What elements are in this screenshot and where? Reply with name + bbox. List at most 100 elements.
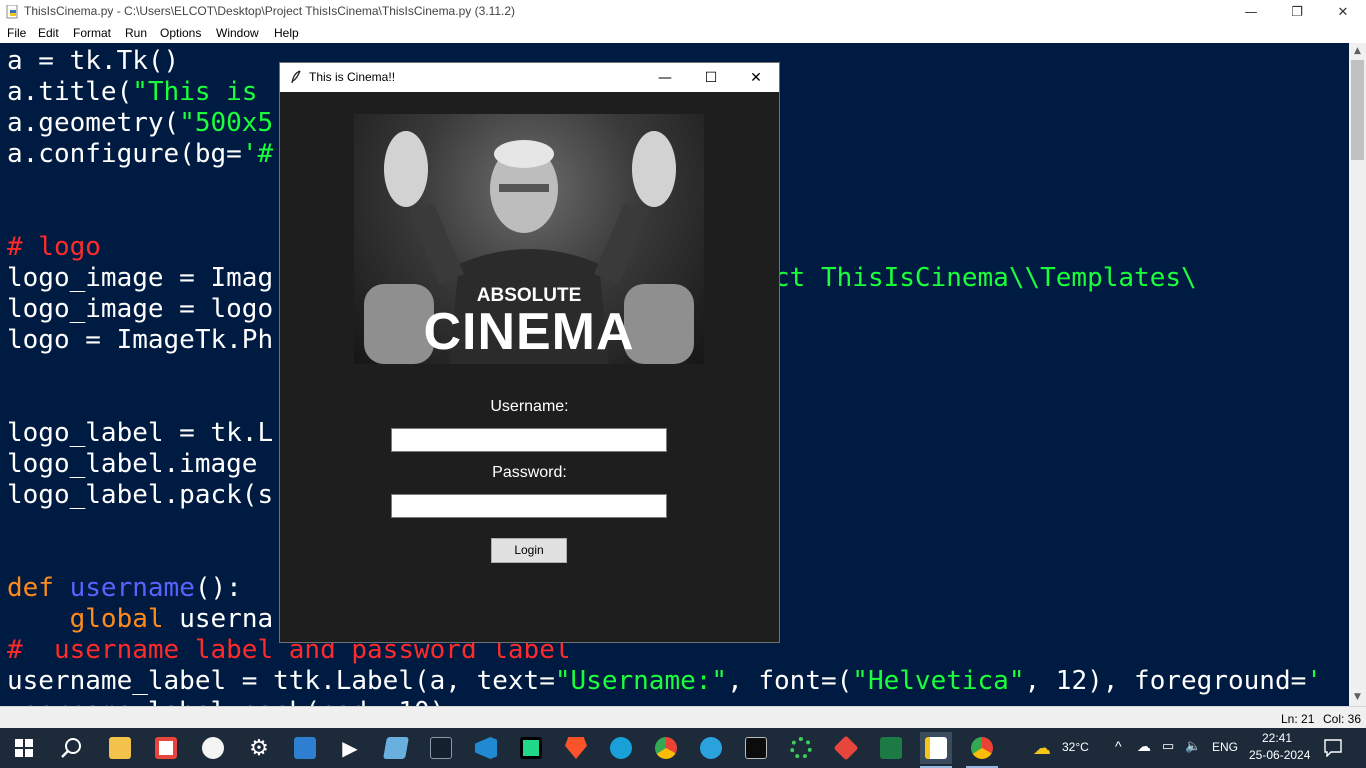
edge-icon[interactable] — [605, 732, 637, 764]
code-line[interactable]: a.configure(bg='# — [7, 139, 273, 170]
clock-time[interactable]: 22:41 — [1262, 731, 1292, 745]
password-label: Password: — [492, 464, 567, 481]
idle-icon[interactable] — [920, 732, 952, 764]
tk-minimize-button[interactable]: — — [642, 63, 688, 92]
clock-date[interactable]: 25-06-2024 — [1249, 748, 1310, 762]
code-line[interactable]: username_label = ttk.Label(a, text="User… — [7, 666, 1322, 697]
code-token: "Helvetica" — [852, 666, 1025, 696]
poster-caption-large: CINEMA — [423, 303, 635, 361]
line-number: Ln: 21 — [1281, 712, 1315, 726]
language-indicator[interactable]: ENG — [1212, 740, 1238, 754]
close-icon: ✕ — [750, 69, 762, 86]
code-token: logo_image = Imag — [7, 263, 274, 293]
mysql-icon[interactable] — [425, 732, 457, 764]
idle-window-title: ThisIsCinema.py - C:\Users\ELCOT\Desktop… — [24, 4, 516, 18]
code-token: username — [69, 573, 195, 603]
code-line[interactable]: def username(): — [7, 573, 242, 604]
code-token: , 12), foreground= — [1024, 666, 1307, 696]
brave-icon[interactable] — [560, 732, 592, 764]
scroll-up-icon[interactable]: ▲ — [1349, 43, 1366, 60]
vscode-icon[interactable] — [470, 732, 502, 764]
code-token: def — [7, 573, 70, 603]
code-token: "Username:" — [554, 666, 728, 696]
menu-file[interactable]: File — [7, 24, 26, 40]
settings-icon[interactable]: ⚙ — [243, 732, 275, 764]
menu-edit[interactable]: Edit — [38, 24, 59, 40]
volume-icon[interactable]: 🔈 — [1185, 738, 1201, 754]
tk-title-bar: This is Cinema!! — ☐ ✕ — [280, 63, 779, 92]
code-line[interactable]: a = tk.Tk() — [7, 46, 179, 77]
search-icon[interactable] — [56, 732, 88, 764]
notes-icon[interactable] — [380, 732, 412, 764]
code-line[interactable]: a.geometry("500x5 — [7, 108, 273, 139]
login-button[interactable]: Login — [491, 538, 567, 563]
menu-help[interactable]: Help — [274, 24, 299, 40]
idle-title-bar: ThisIsCinema.py - C:\Users\ELCOT\Desktop… — [0, 0, 1366, 24]
menu-format[interactable]: Format — [73, 24, 111, 40]
feather-icon — [291, 70, 301, 84]
code-line[interactable]: logo_label.image — [7, 449, 273, 480]
store-icon[interactable] — [150, 732, 182, 764]
code-token: a.configure(bg= — [7, 139, 242, 169]
media-player-icon[interactable]: ▶ — [334, 732, 366, 764]
tk-close-button[interactable]: ✕ — [733, 63, 779, 92]
tk-maximize-button[interactable]: ☐ — [688, 63, 734, 92]
python-file-icon — [6, 5, 18, 19]
code-token: ' — [1306, 666, 1322, 696]
code-token: global — [69, 604, 180, 634]
code-line[interactable]: username_label.pack(pady=10) — [7, 697, 445, 706]
tk-window-body: ABSOLUTE CINEMA Username: Password: Logi… — [280, 92, 779, 642]
code-token: logo_label.pack(s — [7, 480, 274, 510]
battery-icon[interactable]: ▭ — [1162, 738, 1174, 754]
vertical-scrollbar[interactable]: ▲ ▼ — [1349, 43, 1366, 706]
telegram-icon[interactable] — [695, 732, 727, 764]
chrome-icon[interactable] — [650, 732, 682, 764]
code-token: username_label.pack(pady=10) — [7, 697, 445, 706]
file-explorer-icon[interactable] — [104, 732, 136, 764]
menu-window[interactable]: Window — [216, 24, 259, 40]
cycle-app-icon[interactable] — [785, 732, 817, 764]
menu-run[interactable]: Run — [125, 24, 147, 40]
weather-icon[interactable]: ☁ — [1026, 732, 1058, 764]
weather-temperature[interactable]: 32°C — [1062, 740, 1089, 754]
terminal-icon[interactable] — [740, 732, 772, 764]
code-line[interactable]: global userna — [7, 604, 274, 635]
taskbar: ⚙ ▶ ☁ 32°C ^ ☁ ▭ 🔈 ENG 22:41 25-06-2024 — [0, 728, 1366, 768]
excel-icon[interactable] — [875, 732, 907, 764]
chevron-up-icon[interactable]: ^ — [1115, 738, 1122, 754]
username-label: Username: — [490, 398, 569, 415]
tile-app-icon[interactable] — [289, 732, 321, 764]
code-line[interactable]: logo_image = logo — [7, 294, 273, 325]
scrollbar-thumb[interactable] — [1351, 60, 1364, 160]
code-line[interactable]: # logo — [7, 232, 101, 263]
paint-icon[interactable] — [197, 732, 229, 764]
scroll-down-icon[interactable]: ▼ — [1349, 689, 1366, 706]
absolute-cinema-logo-image: ABSOLUTE CINEMA — [354, 114, 704, 364]
code-token: , font=( — [727, 666, 853, 696]
code-token: a = tk.Tk() — [7, 46, 180, 76]
pycharm-icon[interactable] — [515, 732, 547, 764]
code-line[interactable]: a.title("This is — [7, 77, 273, 108]
tk-app-window: This is Cinema!! — ☐ ✕ ABSOLUTE CINEMA U… — [279, 62, 780, 643]
menu-options[interactable]: Options — [160, 24, 201, 40]
password-input[interactable] — [391, 494, 667, 518]
menu-bar: File Edit Format Run Options Window Help — [0, 24, 1366, 43]
minimize-button[interactable]: — — [1228, 0, 1274, 24]
username-input[interactable] — [391, 428, 667, 452]
code-line[interactable]: logo_label.pack(s — [7, 480, 273, 511]
cloud-icon[interactable]: ☁ — [1137, 738, 1151, 755]
close-button[interactable]: ✕ — [1320, 0, 1366, 24]
restore-icon: ❐ — [1291, 4, 1303, 20]
restore-button[interactable]: ❐ — [1274, 0, 1320, 24]
code-token: a.geometry( — [7, 108, 180, 138]
git-icon[interactable] — [830, 732, 862, 764]
start-icon[interactable] — [8, 732, 40, 764]
code-token: # logo — [7, 232, 101, 262]
chrome-profile-icon[interactable] — [966, 732, 998, 764]
code-line[interactable]: logo = ImageTk.Ph — [7, 325, 273, 356]
tk-window-title: This is Cinema!! — [309, 70, 396, 84]
code-token: username_label = ttk.Label(a, text= — [7, 666, 555, 696]
close-icon: ✕ — [1337, 4, 1349, 20]
notification-icon[interactable] — [1324, 739, 1342, 757]
